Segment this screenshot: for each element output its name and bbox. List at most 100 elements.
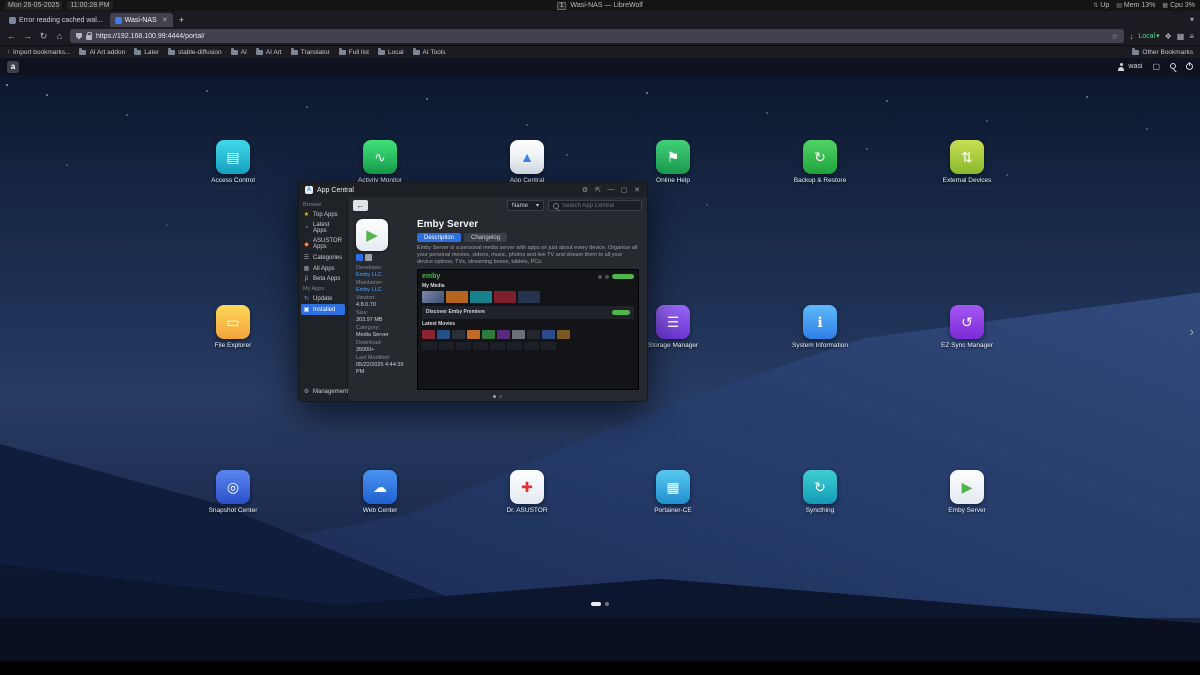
bookmark-folder-ai-art[interactable]: AI Art: [256, 49, 282, 56]
bookmark-folder-later[interactable]: Later: [134, 49, 159, 56]
downloads-icon[interactable]: ↓: [1129, 32, 1133, 41]
bookmark-folder-ai[interactable]: AI: [231, 49, 247, 56]
desktop-icon-snapshot-center[interactable]: ◎ Snapshot Center: [193, 470, 273, 514]
icon-label: Portainer-CE: [633, 507, 713, 514]
file-explorer-icon: ▭: [216, 305, 250, 339]
app-detail: ▶ Developer: Emby LLC Maintainer: Emby L…: [348, 214, 647, 392]
tray-memory: ▤Mem 13%: [1116, 2, 1155, 9]
window-titlebar[interactable]: A App Central ⚙ ⇱ — ▢ ✕: [299, 183, 647, 197]
address-bar[interactable]: https://192.168.100.99:4444/portal/ ☆: [70, 29, 1124, 43]
desktop-icon-system-information[interactable]: ℹ System Information: [780, 305, 860, 349]
bookmark-folder-ai-art-addon[interactable]: AI Art addon: [79, 49, 125, 56]
bookmark-import[interactable]: ↓Import bookmarks...: [7, 49, 70, 56]
bookmark-folder-full-list[interactable]: Full list: [339, 49, 369, 56]
maintainer-link[interactable]: Emby LLC: [356, 287, 410, 294]
sidebar-item-management[interactable]: ⚙Management: [299, 386, 347, 397]
bookmark-folder-stable-diffusion[interactable]: stable-diffusion: [168, 49, 222, 56]
tracking-shield-icon[interactable]: [76, 33, 82, 40]
adm-header-bar: a wasi ▢: [0, 58, 1200, 75]
list-all-tabs-icon[interactable]: ▾: [1190, 15, 1196, 24]
container-label[interactable]: Local▾: [1138, 32, 1159, 40]
folder-icon: [413, 50, 420, 55]
back-icon[interactable]: ←: [6, 31, 17, 41]
sidebar-item-top-apps[interactable]: ★Top Apps: [299, 209, 347, 220]
back-button[interactable]: ←: [353, 200, 368, 211]
app-central-toolbar: ← Name▾: [348, 197, 647, 214]
desktop-icon-external-devices[interactable]: ⇅ External Devices: [927, 140, 1007, 184]
settings-gear-icon[interactable]: ⚙: [581, 186, 589, 194]
sidebar-item-asustor-apps[interactable]: ◆ASUSTOR Apps: [299, 236, 347, 252]
maximize-icon[interactable]: ▢: [620, 186, 628, 194]
tab-error-reading[interactable]: Error reading cached wal...: [4, 13, 108, 27]
close-icon[interactable]: ✕: [633, 186, 641, 194]
poster: [497, 330, 510, 339]
extensions-icon[interactable]: ❖: [1165, 32, 1172, 41]
tab-description[interactable]: Description: [417, 233, 461, 242]
user-menu[interactable]: wasi: [1117, 63, 1142, 71]
desktop-icon-web-center[interactable]: ☁ Web Center: [340, 470, 420, 514]
sidebar-item-installed[interactable]: ▣Installed: [301, 304, 345, 315]
pin-icon[interactable]: ⇱: [594, 186, 602, 194]
search-input[interactable]: [562, 203, 637, 209]
icon-label: Backup & Restore: [780, 177, 860, 184]
grid-icon[interactable]: ▦: [1177, 32, 1185, 41]
desktop-icon-emby-server[interactable]: ▶ Emby Server: [927, 470, 1007, 514]
reload-icon[interactable]: ↻: [38, 31, 49, 42]
screenshot-dot[interactable]: [499, 395, 502, 398]
new-tab-button[interactable]: +: [175, 13, 189, 27]
next-page-arrow[interactable]: ›: [1190, 324, 1194, 339]
desktop-icon-ez-sync-manager[interactable]: ↺ EZ Sync Manager: [927, 305, 1007, 349]
app-title: Emby Server: [417, 219, 639, 230]
developer-link[interactable]: Emby LLC: [356, 272, 410, 279]
desktop-icon-app-central[interactable]: ▲ App Central: [487, 140, 567, 184]
adm-launcher-button[interactable]: a: [7, 61, 19, 73]
search-icon[interactable]: [1170, 62, 1176, 71]
sidebar-item-beta-apps[interactable]: βBeta Apps: [299, 274, 347, 284]
tab-label: Error reading cached wal...: [19, 17, 103, 24]
chevron-down-icon: ▾: [536, 202, 539, 209]
menu-icon[interactable]: ≡: [1189, 32, 1194, 41]
show-desktop-icon[interactable]: ▢: [1152, 62, 1160, 71]
other-bookmarks[interactable]: Other Bookmarks: [1132, 49, 1193, 56]
app-search[interactable]: [548, 200, 642, 211]
padlock-icon[interactable]: [86, 35, 92, 40]
page-indicator[interactable]: [605, 602, 609, 606]
url-text[interactable]: https://192.168.100.99:4444/portal/: [96, 33, 205, 40]
desktop-icon-activity-monitor[interactable]: ∿ Activity Monitor: [340, 140, 420, 184]
emby-logo: emby: [422, 273, 440, 280]
workspace-badge[interactable]: 1: [557, 2, 566, 10]
tab-close-icon[interactable]: ✕: [162, 16, 168, 24]
poster: [482, 330, 495, 339]
tab-wasi-nas[interactable]: Wasi-NAS ✕: [110, 13, 173, 27]
screenshot-dot-active[interactable]: [493, 395, 496, 398]
desktop-icon-backup-restore[interactable]: ↻ Backup & Restore: [780, 140, 860, 184]
poster: [422, 330, 435, 339]
desktop-icon-portainer-ce[interactable]: ▦ Portainer-CE: [633, 470, 713, 514]
bookmark-folder-translator[interactable]: Translator: [291, 49, 330, 56]
sidebar-footer: ⚙Management: [299, 386, 347, 401]
sidebar-item-all-apps[interactable]: ▦All Apps: [299, 263, 347, 274]
emby-ui-header: emby: [422, 273, 634, 280]
power-icon[interactable]: [1186, 63, 1193, 70]
desktop-icon-online-help[interactable]: ⚑ Online Help: [633, 140, 713, 184]
forward-icon[interactable]: →: [22, 31, 33, 41]
banner-title: Discover Emby Premiere: [426, 309, 485, 315]
system-clock: 11:00:28 PM: [67, 1, 112, 10]
minimize-icon[interactable]: —: [607, 186, 615, 194]
user-icon: [1117, 63, 1125, 71]
sidebar-item-update[interactable]: ↻Update: [299, 293, 347, 304]
sort-dropdown[interactable]: Name▾: [507, 200, 544, 211]
desktop-icon-file-explorer[interactable]: ▭ File Explorer: [193, 305, 273, 349]
sidebar-item-categories[interactable]: ☰Categories: [299, 252, 347, 263]
folder-icon: [168, 50, 175, 55]
bookmark-folder-local[interactable]: Local: [378, 49, 404, 56]
tab-changelog[interactable]: Changelog: [464, 233, 507, 242]
page-indicator-active[interactable]: [591, 602, 601, 606]
desktop-icon-dr-asustor[interactable]: ✚ Dr. ASUSTOR: [487, 470, 567, 514]
desktop-icon-syncthing[interactable]: ↻ Syncthing: [780, 470, 860, 514]
desktop-icon-access-control[interactable]: ▤ Access Control: [193, 140, 273, 184]
bookmark-folder-ai-tools[interactable]: AI Tools: [413, 49, 446, 56]
bookmark-star-icon[interactable]: ☆: [1111, 32, 1118, 41]
home-icon[interactable]: ⌂: [54, 31, 65, 41]
sidebar-item-latest-apps[interactable]: ◔Latest Apps: [299, 220, 347, 236]
